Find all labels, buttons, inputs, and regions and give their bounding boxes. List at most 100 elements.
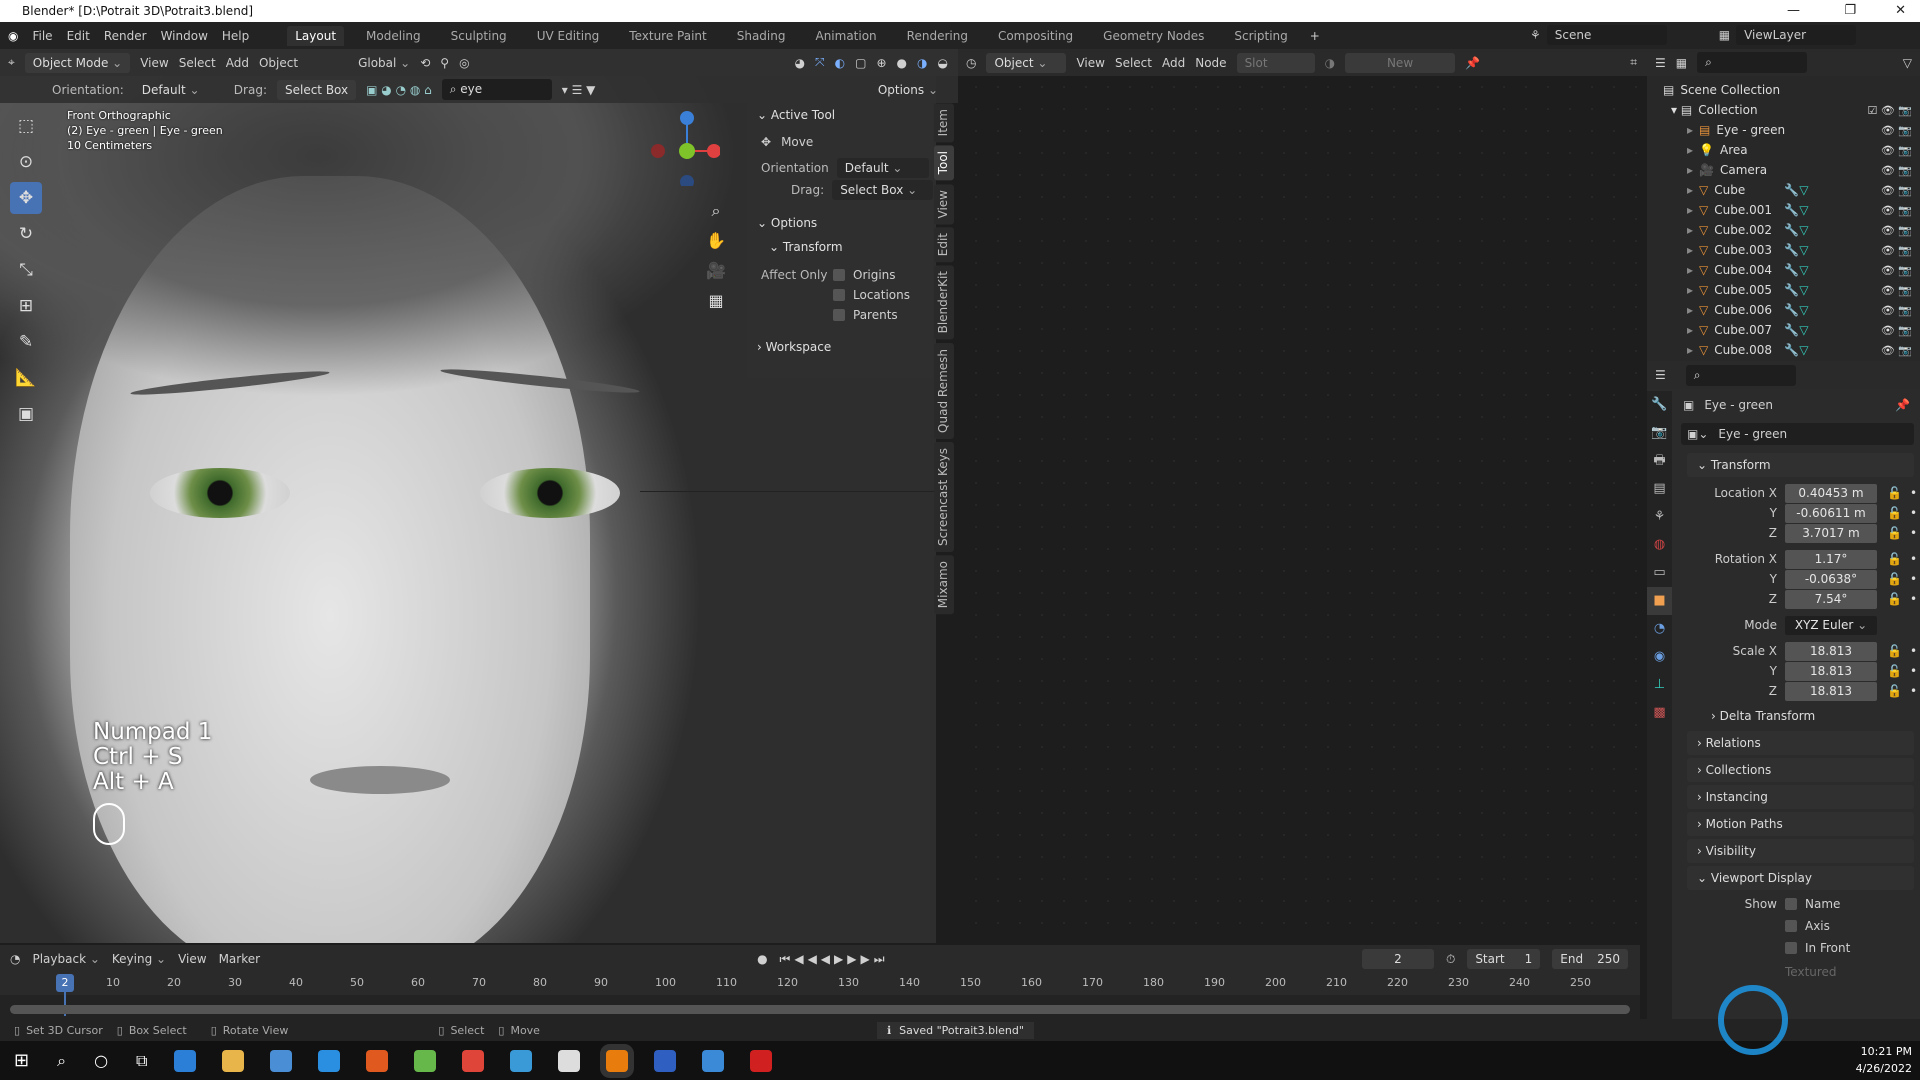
expand-arrow-icon[interactable]: ▸ [1687,343,1693,357]
section-instancing[interactable]: › Instancing [1687,785,1914,809]
search-icon[interactable]: ⌕ [57,1051,66,1071]
keyframe-dot-icon[interactable]: • [1910,592,1917,606]
camera-view-icon[interactable]: 🎥 [706,256,726,286]
scene-tab-icon[interactable]: ⚘ [1647,503,1672,531]
lock-icon[interactable]: 🔓 [1887,506,1902,520]
end-frame-field[interactable]: End 250 [1552,949,1628,969]
menu-view[interactable]: View [178,952,206,966]
section-visibility[interactable]: › Visibility [1687,839,1914,863]
gizmo-toggle-icon[interactable]: ⤧ [815,55,825,70]
taskbar-app-icon[interactable] [750,1049,773,1072]
taskbar-app-icon[interactable] [606,1049,629,1072]
outliner-item[interactable]: ▸ ▽ Cube.001 🔧 ▽ 👁 📷 [1647,200,1920,220]
snap-icon[interactable]: ⌗ [1630,55,1637,70]
outliner-item[interactable]: ▸ ▽ Cube.006 🔧 ▽ 👁 📷 [1647,300,1920,320]
keyframe-dot-icon[interactable]: • [1910,526,1917,540]
scale-tool-icon[interactable]: ⤡ [10,254,42,286]
value-field[interactable]: 7.54° [1785,589,1877,609]
visibility-icons[interactable]: 👁 📷 [1881,284,1912,297]
outliner-item[interactable]: ▸ ▤ Eye - green 👁 📷 [1647,120,1920,140]
origins-checkbox[interactable] [833,269,845,281]
scene-collection-row[interactable]: ▤ Scene Collection [1647,80,1920,100]
render-tab-icon[interactable]: 📷 [1647,419,1672,447]
object-name-field[interactable]: ▣⌄ Eye - green [1681,423,1914,445]
value-field[interactable]: 18.813 [1785,681,1877,701]
timeline-scrollbar[interactable] [10,1005,1630,1014]
scene-icon[interactable]: ⚘ [1530,28,1541,42]
outliner-search-input[interactable]: ⌕ [1697,52,1808,73]
value-field[interactable]: 0.40453 m [1785,483,1877,503]
outliner-item[interactable]: ▸ ▽ Cube.005 🔧 ▽ 👁 📷 [1647,280,1920,300]
outliner-item[interactable]: ▸ ▽ Cube.002 🔧 ▽ 👁 📷 [1647,220,1920,240]
slot-selector[interactable]: Slot [1236,52,1315,73]
keyframe-dot-icon[interactable]: • [1910,572,1917,586]
lock-icon[interactable]: 🔓 [1887,526,1902,540]
menu-window[interactable]: Window [161,29,208,43]
lock-icon[interactable]: 🔓 [1887,592,1902,606]
drag-dropdown[interactable]: Select Box [832,180,933,200]
pin-icon[interactable]: 📌 [1465,56,1480,70]
output-tab-icon[interactable]: 🖶 [1647,447,1672,475]
tab-uv-editing[interactable]: UV Editing [529,26,608,46]
measure-tool-icon[interactable]: 📐 [10,362,42,394]
lock-icon[interactable]: 🔓 [1887,486,1902,500]
options-dropdown[interactable]: Options [870,80,946,100]
expand-arrow-icon[interactable]: ▸ [1687,203,1693,217]
show-in-front-checkbox[interactable] [1785,942,1797,954]
expand-arrow-icon[interactable]: ▸ [1687,303,1693,317]
physics-tab-icon[interactable]: ◉ [1647,643,1672,671]
cursor-tool-icon[interactable]: ⊙ [10,146,42,178]
expand-arrow-icon[interactable]: ▸ [1687,283,1693,297]
lock-icon[interactable]: 🔓 [1887,684,1902,698]
keyframe-dot-icon[interactable]: • [1910,664,1917,678]
zoom-icon[interactable]: ⌕ [706,196,726,226]
taskbar-app-icon[interactable] [462,1049,485,1072]
tab-edit[interactable]: Edit [934,227,954,263]
tab-texture-paint[interactable]: Texture Paint [621,26,714,46]
expand-arrow-icon[interactable]: ▸ [1687,123,1693,137]
menu-marker[interactable]: Marker [219,952,260,966]
visibility-icon[interactable]: ◕ [795,56,805,70]
tab-sculpting[interactable]: Sculpting [443,26,515,46]
proportional-edit-icon[interactable]: ◎ [459,56,469,70]
menu-view[interactable]: View [140,56,168,70]
close-button[interactable]: ✕ [1895,0,1906,22]
shading-rendered-icon[interactable]: ◒ [938,56,948,70]
auto-key-icon[interactable]: ● [757,952,767,966]
lock-icon[interactable]: 🔓 [1887,572,1902,586]
taskbar-app-icon[interactable] [414,1049,437,1072]
parents-checkbox[interactable] [833,309,845,321]
value-field[interactable]: -0.60611 m [1785,503,1877,523]
menu-add[interactable]: Add [1162,56,1185,70]
value-field[interactable]: 18.813 [1785,641,1877,661]
mode-selector[interactable]: Object Mode [24,52,131,73]
transform-orientation-selector[interactable]: Global [358,56,410,70]
menu-file[interactable]: File [32,29,52,43]
tab-layout[interactable]: Layout [287,25,345,46]
transform-panel-header[interactable]: ⌄ Transform [1687,453,1914,477]
outliner-item[interactable]: ▸ ▽ Cube.003 🔧 ▽ 👁 📷 [1647,240,1920,260]
section-relations[interactable]: › Relations [1687,731,1914,755]
taskbar-app-icon[interactable] [270,1049,293,1072]
world-tab-icon[interactable]: ◍ [1647,531,1672,559]
tab-scripting[interactable]: Scripting [1226,26,1295,46]
stopwatch-icon[interactable]: ⏱ [1446,952,1455,967]
report-message[interactable]: ℹ Saved "Potrait3.blend" [876,1021,1034,1039]
visibility-icons[interactable]: 👁 📷 [1881,164,1912,177]
orientation-dropdown[interactable]: Default [836,158,929,178]
menu-help[interactable]: Help [222,29,249,43]
playhead[interactable]: 2 [56,974,74,992]
object-tab-icon[interactable]: ■ [1647,587,1672,615]
menu-playback[interactable]: Playback [32,952,99,966]
shader-node-editor[interactable] [965,76,1645,943]
scene-selector[interactable]: Scene [1546,25,1667,45]
search-input[interactable]: ⌕ eye [441,79,552,100]
visibility-icons[interactable]: 👁 📷 [1881,244,1912,257]
section-collections[interactable]: › Collections [1687,758,1914,782]
locations-checkbox[interactable] [833,289,845,301]
collection-row[interactable]: ▾ ▤ Collection ☑ 👁 📷 [1647,100,1920,120]
value-field[interactable]: 1.17° [1785,549,1877,569]
modifier-tab-icon[interactable]: ◔ [1647,615,1672,643]
expand-arrow-icon[interactable]: ▸ [1687,143,1693,157]
tab-tool[interactable]: Tool [934,145,954,181]
